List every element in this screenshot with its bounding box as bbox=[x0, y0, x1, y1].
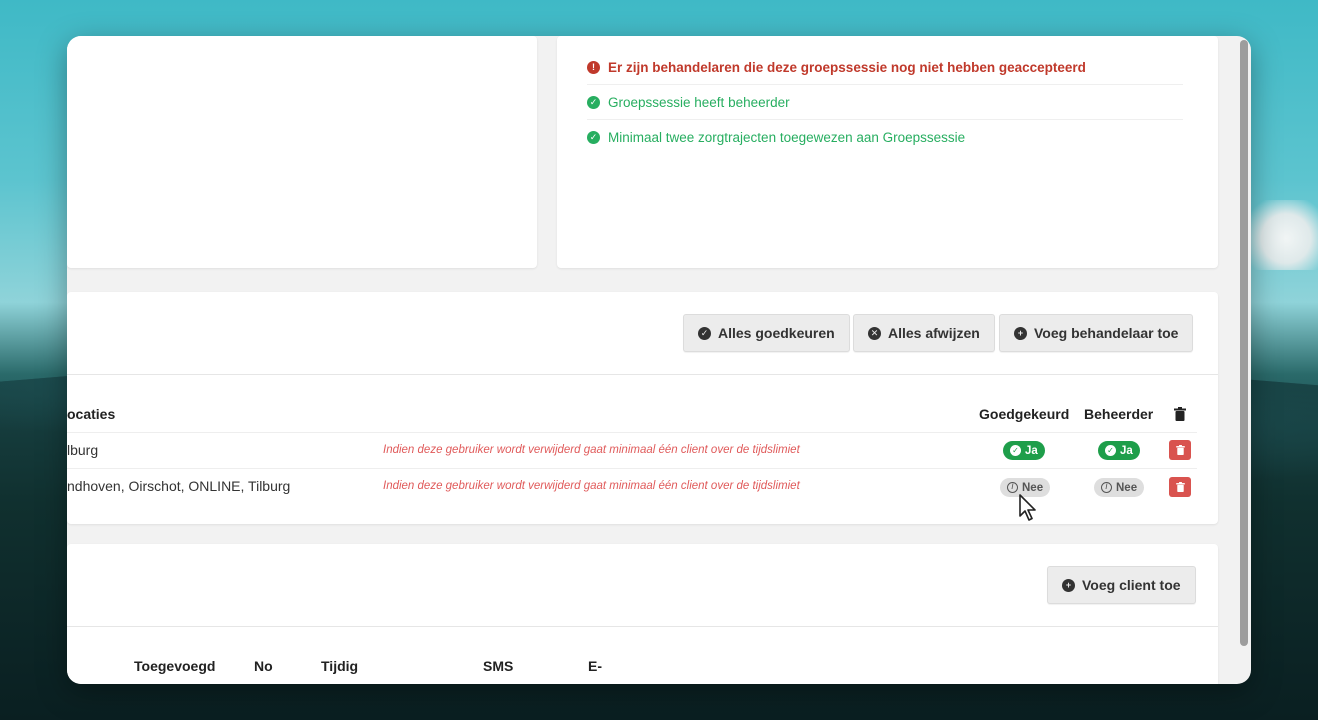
approved-label: Nee bbox=[1022, 481, 1044, 494]
check-circle-icon: ✓ bbox=[587, 131, 600, 144]
reject-all-label: Alles afwijzen bbox=[888, 325, 980, 341]
column-header-no: No bbox=[254, 658, 273, 674]
add-client-button[interactable]: + Voeg client toe bbox=[1047, 566, 1196, 604]
row-divider bbox=[67, 432, 1197, 433]
column-header-sms: SMS bbox=[483, 658, 514, 674]
column-header-timely: Tijdig bbox=[321, 658, 359, 674]
trash-icon bbox=[1175, 482, 1185, 492]
validation-text: Er zijn behandelaren die deze groepssess… bbox=[608, 59, 1086, 75]
check-circle-icon: ✓ bbox=[1010, 445, 1021, 456]
approve-all-label: Alles goedkeuren bbox=[718, 325, 835, 341]
practitioners-card: ✓ Alles goedkeuren ✕ Alles afwijzen + Vo… bbox=[67, 292, 1218, 524]
row-locations: ndhoven, Oirschot, ONLINE, Tilburg bbox=[67, 478, 291, 494]
column-header-approved: Goedgekeurd bbox=[979, 406, 1070, 422]
validation-item-error: ! Er zijn behandelaren die deze groepsse… bbox=[587, 50, 1183, 85]
add-practitioner-button[interactable]: + Voeg behandelaar toe bbox=[999, 314, 1194, 352]
validation-text: Minimaal twee zorgtrajecten toegewezen a… bbox=[608, 130, 966, 145]
row-divider bbox=[67, 468, 1197, 469]
column-header-manager: Beheerder bbox=[1084, 406, 1154, 422]
row-warning: Indien deze gebruiker wordt verwijderd g… bbox=[383, 480, 800, 492]
approve-all-button[interactable]: ✓ Alles goedkeuren bbox=[683, 314, 850, 352]
trash-icon bbox=[1175, 445, 1185, 455]
ban-icon: / bbox=[1007, 482, 1018, 493]
add-practitioner-label: Voeg behandelaar toe bbox=[1034, 325, 1179, 341]
clients-card: + Voeg client toe Toegevoegd No Tijdig S… bbox=[67, 544, 1218, 684]
scrollbar[interactable] bbox=[1240, 40, 1248, 646]
section-divider bbox=[67, 374, 1218, 375]
info-card bbox=[67, 36, 537, 268]
mouse-cursor-icon bbox=[1019, 494, 1036, 521]
add-client-label: Voeg client toe bbox=[1082, 577, 1181, 593]
ban-icon: / bbox=[1101, 482, 1112, 493]
manager-label: Ja bbox=[1120, 444, 1133, 457]
approved-label: Ja bbox=[1025, 444, 1038, 457]
check-circle-icon: ✓ bbox=[698, 326, 711, 340]
delete-row-button[interactable] bbox=[1169, 440, 1191, 460]
manager-label: Nee bbox=[1116, 481, 1138, 494]
column-header-added: Toegevoegd bbox=[134, 658, 216, 674]
plus-circle-icon: + bbox=[1062, 578, 1075, 592]
validation-item-ok: ✓ Minimaal twee zorgtrajecten toegewezen… bbox=[587, 120, 1183, 155]
x-circle-icon: ✕ bbox=[868, 326, 881, 340]
validation-list: ! Er zijn behandelaren die deze groepsse… bbox=[587, 50, 1183, 155]
column-header-email: E- bbox=[588, 658, 602, 674]
validation-text: Groepssessie heeft beheerder bbox=[608, 94, 790, 110]
validation-card: ! Er zijn behandelaren die deze groepsse… bbox=[557, 36, 1218, 268]
delete-row-button[interactable] bbox=[1169, 477, 1191, 497]
app-window: ! Er zijn behandelaren die deze groepsse… bbox=[67, 36, 1251, 684]
trash-icon bbox=[1174, 407, 1186, 421]
plus-circle-icon: + bbox=[1014, 326, 1027, 340]
manager-no-toggle[interactable]: / Nee bbox=[1094, 478, 1145, 497]
exclamation-circle-icon: ! bbox=[587, 60, 600, 74]
row-warning: Indien deze gebruiker wordt verwijderd g… bbox=[383, 444, 800, 456]
row-locations: lburg bbox=[67, 442, 99, 458]
check-circle-icon: ✓ bbox=[587, 95, 600, 109]
check-circle-icon: ✓ bbox=[1105, 445, 1116, 456]
approved-yes-toggle[interactable]: ✓ Ja bbox=[1003, 441, 1045, 460]
column-header-locations: ocaties bbox=[67, 406, 116, 422]
section-divider bbox=[67, 626, 1218, 627]
reject-all-button[interactable]: ✕ Alles afwijzen bbox=[853, 314, 995, 352]
manager-yes-toggle[interactable]: ✓ Ja bbox=[1098, 441, 1140, 460]
validation-item-ok: ✓ Groepssessie heeft beheerder bbox=[587, 85, 1183, 120]
